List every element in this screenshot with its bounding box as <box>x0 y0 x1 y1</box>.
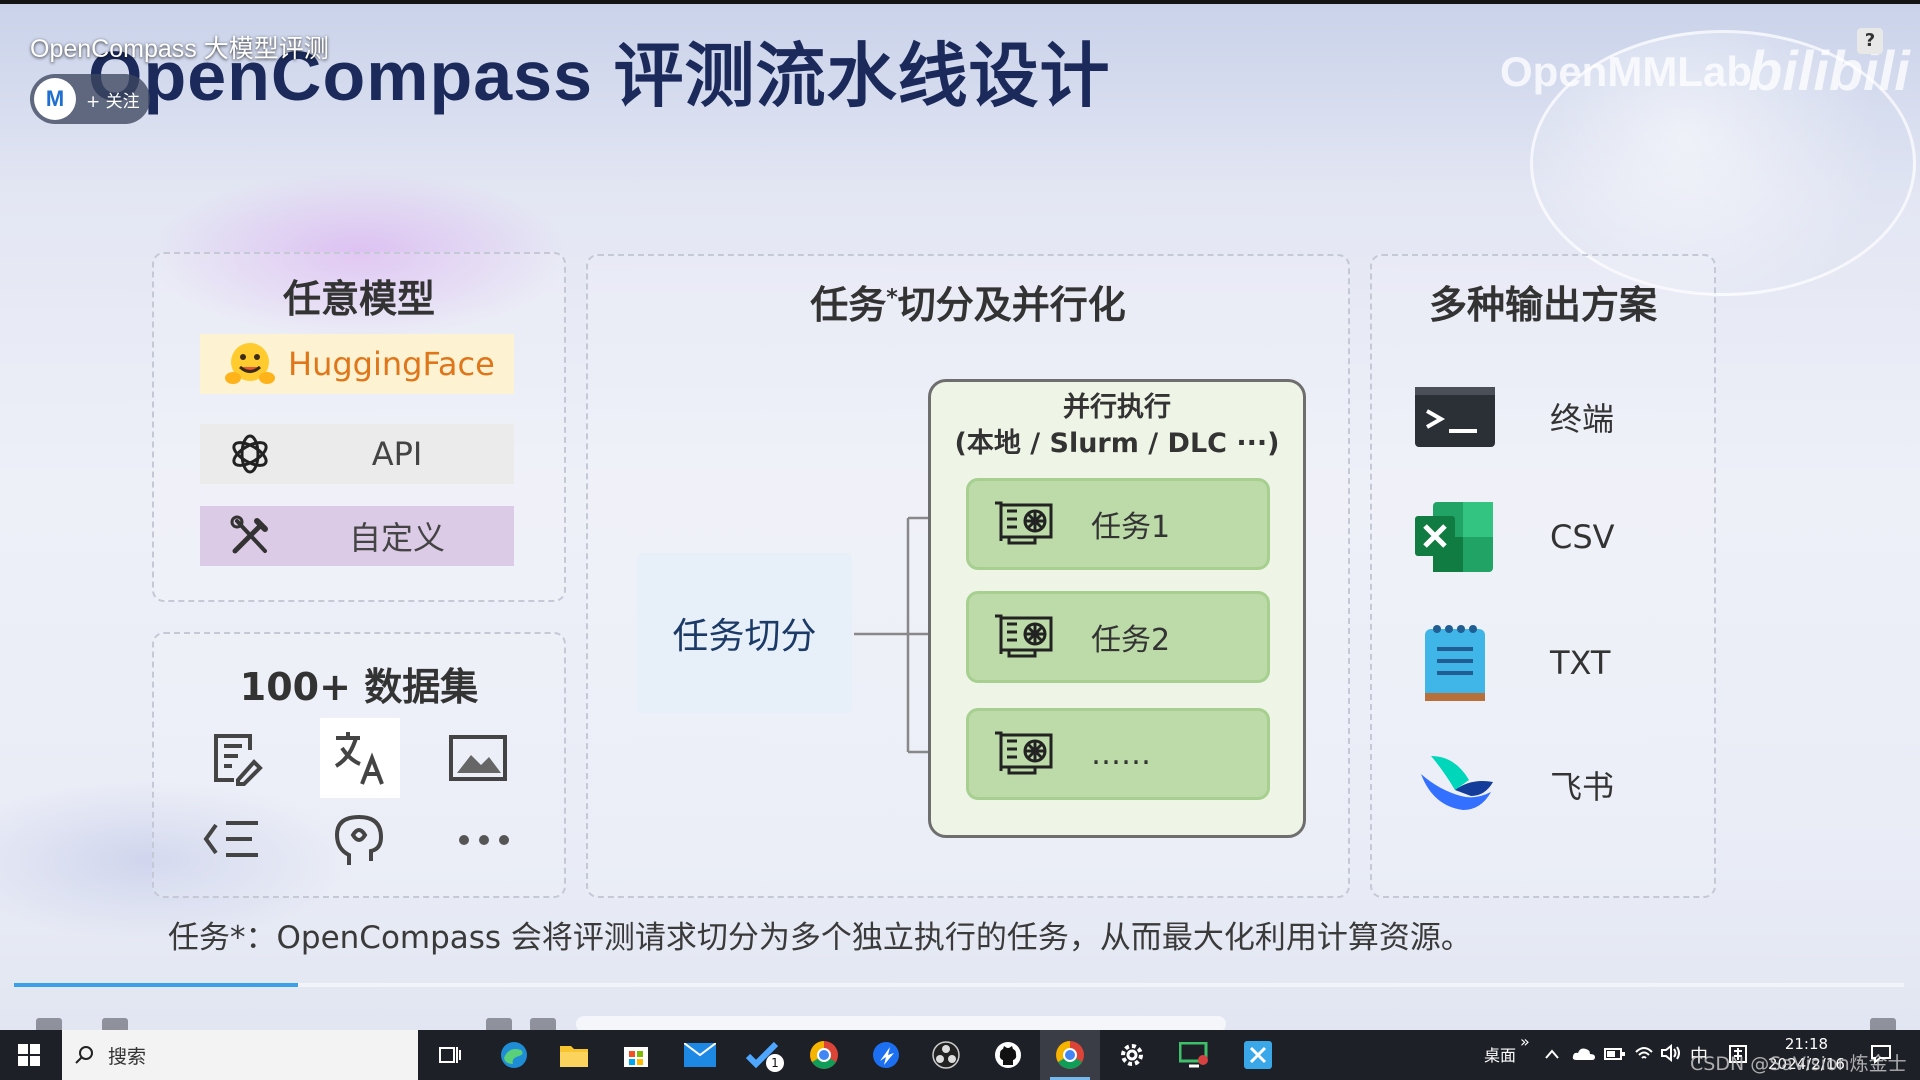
exec-title-line1: 并行执行 <box>1063 392 1171 423</box>
edge-icon[interactable] <box>484 1030 544 1080</box>
translate-icon <box>320 718 400 798</box>
feishu-app-icon[interactable] <box>856 1030 916 1080</box>
more-icon <box>444 800 524 880</box>
brain-icon <box>320 800 400 880</box>
terminal-icon <box>1410 372 1500 462</box>
chrome-icon[interactable] <box>794 1030 854 1080</box>
danmaku-toggle[interactable] <box>486 1018 512 1030</box>
avatar[interactable]: M <box>34 78 76 120</box>
video-title[interactable]: OpenCompass 大模型评测 <box>30 29 329 65</box>
player-controls <box>0 1008 1920 1030</box>
mail-icon[interactable] <box>670 1030 730 1080</box>
pipeline-title-rest: 切分及并行化 <box>897 283 1126 327</box>
remote-desktop-icon[interactable] <box>1164 1030 1224 1080</box>
settings-icon[interactable] <box>1102 1030 1162 1080</box>
desktop-toolbar-label[interactable]: 桌面 <box>1484 1042 1516 1066</box>
model-custom: 自定义 <box>200 506 514 566</box>
models-title: 任意模型 <box>282 277 435 321</box>
screenshot-icon[interactable] <box>1228 1030 1288 1080</box>
gpu-icon <box>991 727 1061 781</box>
windows-start-icon[interactable] <box>0 1030 58 1080</box>
file-explorer-icon[interactable] <box>544 1030 604 1080</box>
notification-icon[interactable] <box>1870 1044 1892 1064</box>
datasets-title: 100+ 数据集 <box>239 665 479 709</box>
onedrive-icon[interactable] <box>1572 1046 1596 1062</box>
todo-badge: 1 <box>766 1054 784 1072</box>
wifi-icon[interactable] <box>1634 1044 1654 1062</box>
follow-button[interactable]: M + 关注 <box>30 74 150 124</box>
output-feishu: 飞书 <box>1410 740 1614 830</box>
task-split-label: 任务切分 <box>672 616 817 657</box>
model-label: 自定义 <box>348 519 445 557</box>
output-label: 终端 <box>1550 400 1615 438</box>
battery-icon[interactable] <box>1604 1046 1626 1062</box>
pipeline-title-word: 任务 <box>810 283 887 327</box>
video-progress-bar[interactable] <box>14 983 1904 987</box>
task-view-icon[interactable] <box>420 1030 480 1080</box>
gpu-icon <box>991 610 1061 664</box>
search-icon <box>75 1046 93 1064</box>
help-button[interactable]: ? <box>1857 28 1883 54</box>
gpu-icon <box>991 497 1061 551</box>
excel-icon <box>1410 492 1500 582</box>
task-item: 任务1 <box>966 478 1270 570</box>
exec-title-line2: (本地 / Slurm / DLC ···) <box>954 428 1280 459</box>
model-huggingface: HuggingFace <box>200 334 514 394</box>
outputs-title: 多种输出方案 <box>1428 283 1657 327</box>
model-label: HuggingFace <box>288 345 495 383</box>
tools-icon <box>220 513 280 559</box>
bilibili-watermark: bilibili <box>1748 39 1910 102</box>
video-progress-fill <box>14 983 298 987</box>
model-api: API <box>200 424 514 484</box>
toolbar-expand-icon[interactable]: » <box>1520 1032 1530 1051</box>
obs-icon[interactable] <box>916 1030 976 1080</box>
task-item: …… <box>966 708 1270 800</box>
chrome-active-icon[interactable] <box>1040 1030 1100 1080</box>
task-label: 任务1 <box>1091 510 1171 545</box>
task-label: 任务2 <box>1091 623 1171 658</box>
pipeline-title: 任务*切分及并行化 <box>588 274 1348 329</box>
top-border <box>0 0 1920 4</box>
openmmlab-watermark: OpenMMLab <box>1500 48 1752 95</box>
pause-button[interactable] <box>102 1018 128 1030</box>
document-edit-icon <box>196 718 276 798</box>
output-csv: CSV <box>1410 492 1615 582</box>
github-icon[interactable] <box>978 1030 1038 1080</box>
output-terminal: 终端 <box>1410 372 1614 462</box>
parallel-exec-box: 并行执行 (本地 / Slurm / DLC ···) 任务1 任务2 …… <box>928 379 1306 838</box>
feishu-icon <box>1410 740 1500 830</box>
list-indent-icon <box>192 800 272 880</box>
output-label: CSV <box>1550 518 1615 556</box>
danmaku-input[interactable] <box>576 1016 1226 1030</box>
output-label: TXT <box>1550 644 1611 682</box>
windows-taskbar: 搜索 1 桌面 » 中 21:18 2024/2/16 CSDN @SaVisi… <box>0 1030 1920 1080</box>
image-icon <box>438 718 518 798</box>
task-item: 任务2 <box>966 591 1270 683</box>
output-txt: TXT <box>1410 618 1610 708</box>
output-label: 飞书 <box>1550 768 1615 806</box>
danmaku-settings[interactable] <box>530 1018 556 1030</box>
model-label: API <box>371 435 423 473</box>
footnote: 任务*：OpenCompass 会将评测请求切分为多个独立执行的任务，从而最大化… <box>168 920 1472 956</box>
todo-icon[interactable]: 1 <box>732 1030 792 1080</box>
fullscreen-button[interactable] <box>1870 1018 1896 1030</box>
avatar-text: M <box>45 86 65 111</box>
pipeline-title-mark: * <box>886 285 898 311</box>
volume-icon[interactable] <box>1660 1044 1682 1062</box>
previous-button[interactable] <box>36 1018 62 1030</box>
openai-icon <box>220 431 280 477</box>
store-icon[interactable] <box>606 1030 666 1080</box>
taskbar-search[interactable]: 搜索 <box>62 1030 418 1080</box>
follow-label: + 关注 <box>86 91 140 112</box>
notepad-icon <box>1410 618 1500 708</box>
tray-overflow-icon[interactable] <box>1544 1048 1560 1060</box>
task-split-box: 任务切分 <box>637 553 852 713</box>
search-placeholder: 搜索 <box>108 1045 147 1068</box>
task-label: …… <box>1091 736 1151 772</box>
hugging-face-icon <box>220 340 280 388</box>
exec-title: 并行执行 (本地 / Slurm / DLC ···) <box>931 390 1303 462</box>
